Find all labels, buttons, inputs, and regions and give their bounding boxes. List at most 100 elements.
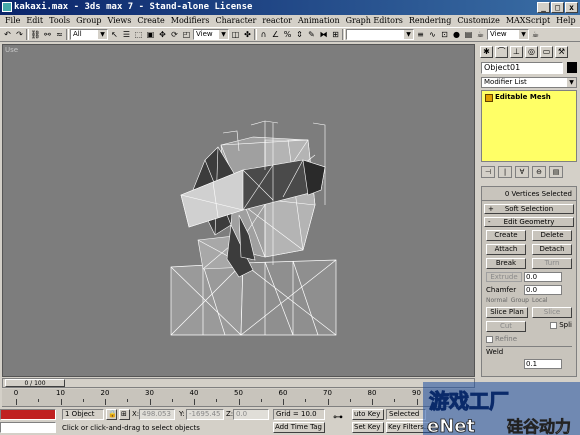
perspective-viewport[interactable]: Use (2, 44, 475, 377)
menu-customize[interactable]: Customize (454, 15, 503, 27)
spinner-snap-icon[interactable]: ⇕ (294, 29, 305, 40)
add-time-tag-button[interactable]: Add Time Tag (273, 422, 325, 433)
motion-tab-icon[interactable]: ◎ (525, 46, 538, 58)
set-key-button[interactable]: Set Key (352, 422, 384, 433)
snap-toggle-icon[interactable]: ∩ (258, 29, 269, 40)
chamfer-field[interactable]: 0.0 (524, 285, 562, 295)
rollout-edit-geometry[interactable]: - Edit Geometry (484, 217, 574, 227)
menu-character[interactable]: Character (212, 15, 259, 27)
menu-file[interactable]: File (2, 15, 23, 27)
menu-group[interactable]: Group (73, 15, 104, 27)
mirror-icon[interactable]: ⧓ (318, 29, 329, 40)
select-link-icon[interactable]: ⛓ (30, 29, 41, 40)
delete-button[interactable]: Delete (532, 230, 572, 241)
y-coordinate-field[interactable]: -1695.45 (186, 409, 224, 420)
detach-button[interactable]: Detach (532, 244, 572, 255)
key-icon[interactable]: ⊶ (333, 412, 343, 423)
close-button[interactable]: x (565, 2, 578, 13)
hierarchy-tab-icon[interactable]: ⊥ (510, 46, 523, 58)
stack-item-editable-mesh[interactable]: Editable Mesh (485, 93, 551, 102)
local-radio[interactable]: Local (532, 297, 548, 304)
create-button[interactable]: Create (486, 230, 526, 241)
z-coordinate-field[interactable]: 0.0 (233, 409, 269, 420)
pin-stack-icon[interactable]: ⊣ (481, 166, 495, 178)
select-scale-icon[interactable]: ◰ (181, 29, 192, 40)
menu-modifiers[interactable]: Modifiers (168, 15, 213, 27)
align-icon[interactable]: ⊞ (330, 29, 341, 40)
rectangular-selection-icon[interactable]: ⬚ (133, 29, 144, 40)
maximize-button[interactable]: □ (551, 2, 564, 13)
render-view-dropdown[interactable]: View ▼ (487, 29, 529, 40)
reference-coordinate-dropdown[interactable]: View ▼ (193, 29, 229, 40)
minimize-button[interactable]: _ (537, 2, 550, 13)
object-color-swatch[interactable] (567, 62, 577, 73)
utilities-tab-icon[interactable]: ⚒ (555, 46, 568, 58)
menu-help[interactable]: Help (553, 15, 578, 27)
modifier-list-dropdown[interactable]: Modifier List ▼ (481, 77, 577, 88)
schematic-view-icon[interactable]: ⊡ (439, 29, 450, 40)
create-tab-icon[interactable]: ✱ (480, 46, 493, 58)
turn-button[interactable]: Turn (532, 258, 572, 269)
show-end-result-icon[interactable]: | (498, 166, 512, 178)
menu-edit[interactable]: Edit (23, 15, 46, 27)
quick-render-icon[interactable]: ☕ (475, 29, 486, 40)
maxscript-listener-red[interactable] (0, 409, 56, 420)
configure-sets-icon[interactable]: ▤ (549, 166, 563, 178)
refine-checkbox[interactable]: Refine (486, 335, 517, 343)
menu-tools[interactable]: Tools (46, 15, 73, 27)
menu-create[interactable]: Create (134, 15, 167, 27)
trackbar[interactable]: 0 10 20 30 40 50 60 70 80 90 (2, 389, 475, 407)
render-scene-icon[interactable]: ▤ (463, 29, 474, 40)
modify-tab-icon[interactable]: ⌒ (495, 46, 508, 58)
display-tab-icon[interactable]: ▭ (540, 46, 553, 58)
modifier-stack[interactable]: Editable Mesh (481, 90, 577, 162)
remove-modifier-icon[interactable]: ⊖ (532, 166, 546, 178)
selected-dropdown[interactable]: Selected (386, 409, 426, 420)
group-radio[interactable]: Group (511, 297, 529, 304)
select-object-icon[interactable]: ↖ (109, 29, 120, 40)
time-slider-thumb[interactable]: 0 / 100 (5, 379, 65, 387)
auto-key-button[interactable]: uto Key (352, 409, 384, 420)
extrude-button[interactable]: Extrude (486, 272, 522, 282)
slice-button[interactable]: Slice (532, 307, 572, 318)
select-rotate-icon[interactable]: ⟳ (169, 29, 180, 40)
angle-snap-icon[interactable]: ∠ (270, 29, 281, 40)
unlink-icon[interactable]: ⚯ (42, 29, 53, 40)
lock-icon[interactable]: 🔒 (106, 409, 117, 420)
absolute-mode-icon[interactable]: ⊞ (119, 409, 130, 420)
chamfer-button[interactable]: Chamfer (486, 286, 522, 294)
rollout-soft-selection[interactable]: + Soft Selection (484, 204, 574, 214)
menu-rendering[interactable]: Rendering (406, 15, 454, 27)
maxscript-listener-white[interactable] (0, 422, 56, 433)
curve-editor-icon[interactable]: ∿ (427, 29, 438, 40)
named-selection-dropdown[interactable]: ▼ (346, 29, 414, 40)
menu-graph-editors[interactable]: Graph Editors (343, 15, 406, 27)
cut-button[interactable]: Cut (486, 321, 526, 332)
menu-reactor[interactable]: reactor (259, 15, 295, 27)
selection-filter-dropdown[interactable]: All ▼ (70, 29, 108, 40)
named-selection-icon[interactable]: ✎ (306, 29, 317, 40)
make-unique-icon[interactable]: ∀ (515, 166, 529, 178)
attach-button[interactable]: Attach (486, 244, 526, 255)
select-manipulate-icon[interactable]: ✤ (242, 29, 253, 40)
slice-plane-button[interactable]: Slice Plan (486, 307, 528, 318)
break-button[interactable]: Break (486, 258, 526, 269)
mesh-model[interactable] (3, 45, 474, 376)
percent-snap-icon[interactable]: % (282, 29, 293, 40)
material-editor-icon[interactable]: ● (451, 29, 462, 40)
time-slider[interactable]: 0 / 100 (2, 378, 475, 388)
undo-icon[interactable]: ↶ (2, 29, 13, 40)
window-crossing-icon[interactable]: ▣ (145, 29, 156, 40)
bind-space-warp-icon[interactable]: ≈ (54, 29, 65, 40)
extrude-field[interactable]: 0.0 (524, 272, 562, 282)
menu-maxscript[interactable]: MAXScript (503, 15, 553, 27)
select-by-name-icon[interactable]: ☰ (121, 29, 132, 40)
pivot-center-icon[interactable]: ◫ (230, 29, 241, 40)
redo-icon[interactable]: ↷ (14, 29, 25, 40)
select-move-icon[interactable]: ✥ (157, 29, 168, 40)
layer-manager-icon[interactable]: ≡ (415, 29, 426, 40)
menu-views[interactable]: Views (104, 15, 134, 27)
x-coordinate-field[interactable]: 498.053 (139, 409, 175, 420)
split-checkbox[interactable]: Spli (550, 321, 572, 332)
menu-animation[interactable]: Animation (295, 15, 343, 27)
